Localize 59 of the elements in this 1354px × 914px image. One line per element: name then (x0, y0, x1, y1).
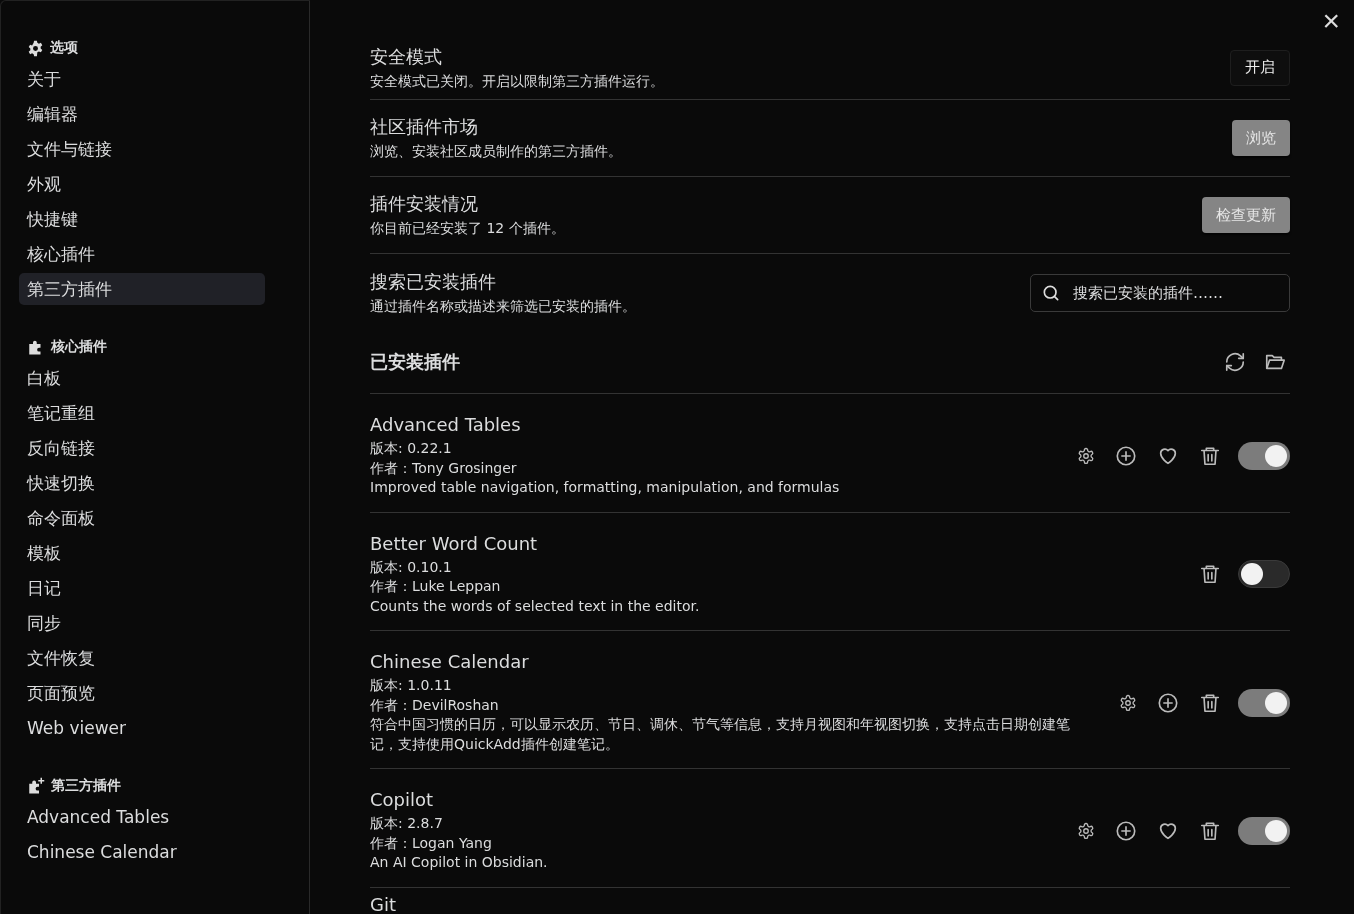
toggle-switch[interactable] (1238, 560, 1290, 589)
sidebar-item[interactable]: 同步 (19, 607, 265, 639)
plugin-name: Better Word Count (370, 532, 538, 554)
section-heading: 已安装插件 (370, 351, 460, 372)
setting-title: 社区插件市场 (370, 115, 478, 139)
setting-description: 通过插件名称或描述来筛选已安装的插件。 (370, 297, 636, 316)
sidebar-item[interactable]: 反向链接 (19, 432, 265, 464)
plugin-author: 作者：Luke Leppan (370, 577, 502, 596)
plugin-name: Git (370, 893, 396, 914)
sidebar-item[interactable]: 模板 (19, 537, 265, 569)
search-field[interactable]: 搜索已安装的插件…… (1030, 273, 1290, 312)
sidebar-item[interactable]: 外观 (19, 168, 265, 200)
sidebar-item[interactable]: Web viewer (19, 712, 265, 744)
plugin-description: 符合中国习惯的日历，可以显示农历、节日、调休、节气等信息，支持月视图和年视图切换，支持点击日期创建笔记，支持使用QuickAdd插件创建笔记。 (370, 715, 1071, 754)
setting-title: 安全模式 (370, 44, 442, 69)
sidebar-item[interactable]: 白板 (19, 362, 265, 394)
sidebar-item[interactable]: 快速切换 (19, 467, 265, 499)
toggle-switch[interactable] (1238, 816, 1290, 845)
sidebar-item[interactable]: 命令面板 (19, 502, 265, 534)
sidebar-item[interactable]: 文件恢复 (19, 642, 265, 674)
sidebar-item[interactable]: 编辑器 (19, 98, 265, 130)
sidebar-item[interactable]: 核心插件 (19, 238, 265, 270)
search-input[interactable]: 搜索已安装的插件…… (1073, 283, 1279, 302)
sidebar-item[interactable]: 笔记重组 (19, 397, 265, 429)
sidebar-item[interactable]: 页面预览 (19, 677, 265, 709)
action-button[interactable]: 开启 (1230, 49, 1290, 86)
plugin-author: 作者：DevilRoshan (370, 695, 500, 715)
sidebar-heading: 选项 (50, 39, 78, 57)
sidebar-item[interactable]: Chinese Calendar (19, 836, 265, 868)
plugin-description: Improved table navigation, formatting, manipulation, and formulas (370, 478, 841, 497)
setting-description: 你目前已经安装了 12 个插件。 (370, 220, 565, 238)
plugin-name: Copilot (370, 789, 434, 810)
plugin-name: Advanced Tables (370, 414, 521, 435)
plugin-name: Chinese Calendar (370, 651, 529, 672)
close-button[interactable]: × (1318, 6, 1344, 36)
sidebar-item[interactable]: 关于 (19, 63, 265, 95)
setting-title: 搜索已安装插件 (370, 269, 496, 294)
plugin-author: 作者：Tony Grosinger (370, 458, 518, 478)
plugin-description: An AI Copilot in Obsidian. (370, 853, 549, 872)
sidebar-item[interactable]: 日记 (19, 572, 265, 604)
sidebar-heading: 核心插件 (51, 338, 107, 356)
sidebar-heading: 第三方插件 (51, 777, 121, 795)
setting-description: 浏览、安装社区成员制作的第三方插件。 (370, 143, 622, 161)
sidebar-item[interactable]: 快捷键 (19, 203, 265, 235)
setting-description: 安全模式已关闭。开启以限制第三方插件运行。 (370, 72, 664, 91)
plugin-version: 版本: 0.22.1 (370, 439, 453, 458)
sidebar-item[interactable]: Advanced Tables (19, 801, 265, 833)
gear-icon (27, 39, 44, 57)
toggle-switch[interactable] (1238, 688, 1290, 717)
setting-title: 插件安装情况 (370, 192, 478, 216)
puzzle-plus-icon (27, 777, 45, 795)
sidebar-item[interactable]: 第三方插件 (19, 273, 265, 305)
sidebar-item[interactable]: 文件与链接 (19, 133, 265, 165)
plugin-version: 版本: 2.8.7 (370, 814, 444, 833)
toggle-switch[interactable] (1238, 441, 1290, 470)
plugin-author: 作者：Logan Yang (370, 833, 493, 853)
plugin-description: Counts the words of selected text in the editor. (370, 596, 701, 616)
plugin-version: 版本: 1.0.11 (370, 676, 453, 695)
plugin-version: 版本: 0.10.1 (370, 557, 453, 577)
